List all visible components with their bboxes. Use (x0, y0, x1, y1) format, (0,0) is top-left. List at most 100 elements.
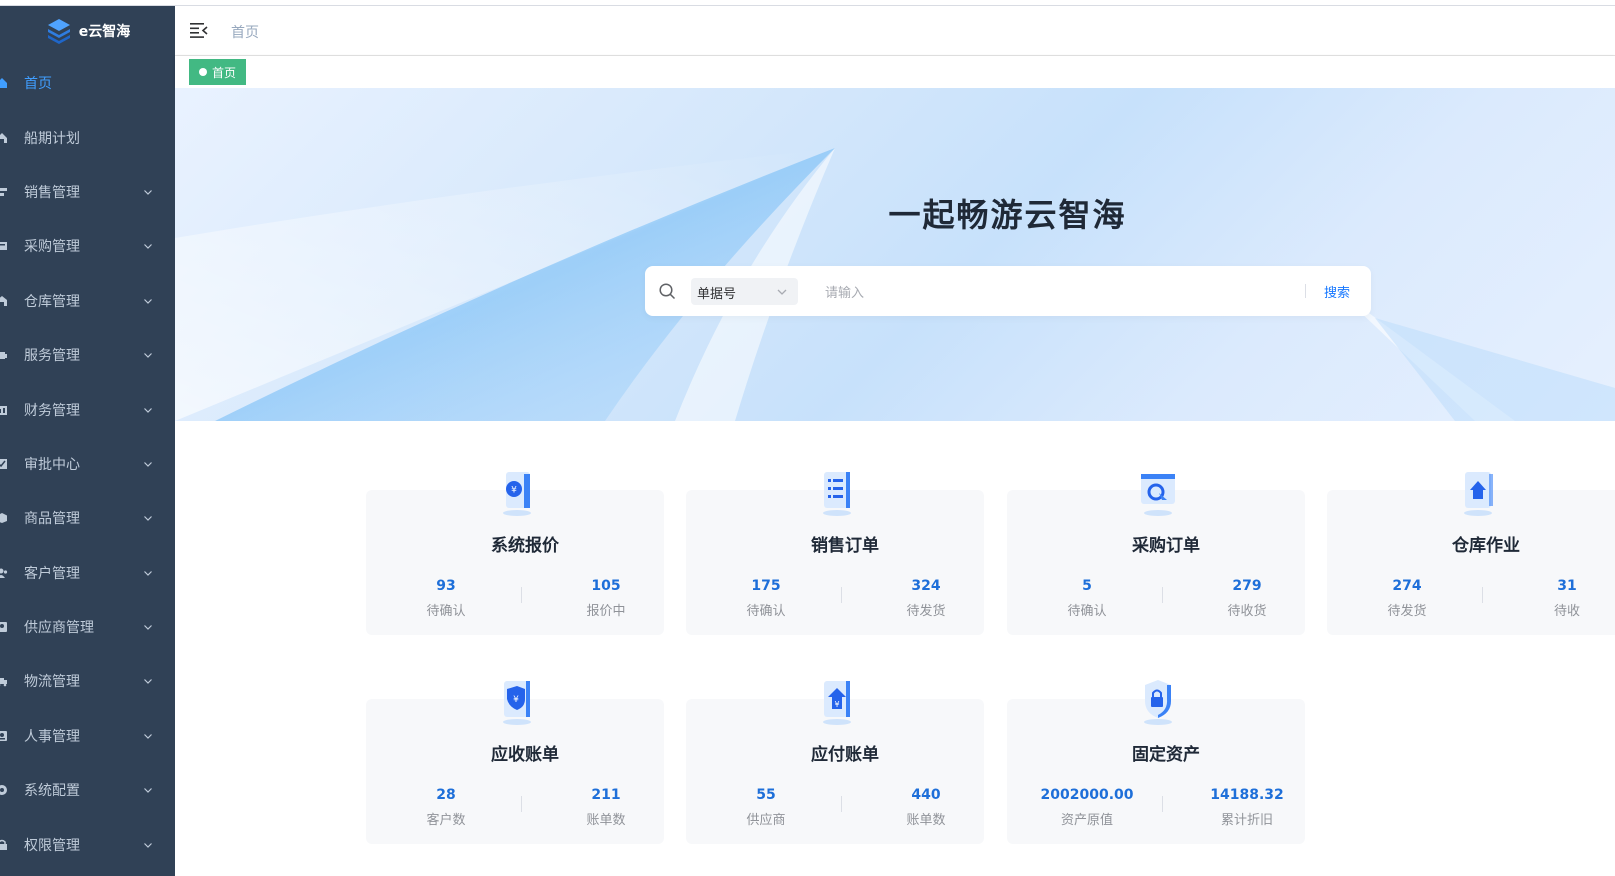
chevron-down-icon (144, 625, 152, 630)
card-stat[interactable]: 440 账单数 (846, 787, 1006, 828)
banner-background-art (175, 148, 1615, 421)
banner-title: 一起畅游云智海 (888, 196, 1127, 234)
svg-text:¥: ¥ (511, 486, 517, 496)
stat-divider (1162, 796, 1163, 812)
sidebar-item-hr[interactable]: 人事管理 (0, 709, 175, 763)
chevron-down-icon (144, 733, 152, 739)
summary-card-sales-order[interactable]: 销售订单 175 待确认 324 待发货 (686, 472, 984, 635)
card-stat[interactable]: 93 待确认 (366, 578, 526, 619)
sidebar-item-label: 船期计划 (24, 130, 80, 147)
settings-icon (0, 785, 7, 796)
stat-label: 待收 (1553, 604, 1580, 619)
breadcrumb[interactable]: 首页 (231, 22, 259, 42)
sidebar-item-label: 采购管理 (24, 239, 80, 256)
card-title: 应收账单 (491, 745, 559, 765)
card-title: 固定资产 (1132, 745, 1200, 765)
purchase-order-icon (1141, 474, 1175, 516)
sidebar-item-goods[interactable]: 商品管理 (0, 491, 175, 545)
card-stat[interactable]: 274 待发货 (1327, 578, 1487, 619)
stat-label: 待发货 (906, 604, 946, 619)
chevron-down-icon (144, 461, 152, 467)
chevron-down-icon (144, 516, 152, 522)
sidebar-item-lock[interactable]: 权限管理 (0, 817, 175, 871)
stat-value: 55 (756, 787, 776, 803)
card-title: 系统报价 (491, 536, 559, 556)
payable-icon: ¥ (823, 681, 851, 725)
summary-card-payable[interactable]: ¥ 应付账单 55 供应商 440 账单数 (686, 681, 984, 844)
sidebar-item-finance[interactable]: 财务管理 (0, 382, 175, 436)
service-icon (0, 352, 7, 360)
sidebar-item-service[interactable]: 服务管理 (0, 328, 175, 382)
sidebar-item-label: 审批中心 (24, 456, 80, 473)
sidebar-item-sales[interactable]: 销售管理 (0, 165, 175, 219)
search-divider (1305, 284, 1306, 298)
stat-label: 资产原值 (1060, 813, 1113, 828)
search-type-select[interactable]: 单据号 (691, 278, 798, 305)
card-stat[interactable]: 105 报价中 (526, 578, 686, 619)
sidebar-item-purchase[interactable]: 采购管理 (0, 219, 175, 273)
stat-value: 274 (1392, 578, 1422, 594)
chevron-down-icon (144, 407, 152, 413)
tag-home[interactable]: 首页 (189, 59, 247, 85)
summary-card-quotation[interactable]: ¥ 系统报价 93 待确认 105 报价中 (366, 472, 664, 635)
summary-card-fixed-asset[interactable]: 固定资产 2002000.00 资产原值 14188.32 累计折旧 (1007, 680, 1305, 844)
sidebar-item-label: 系统配置 (24, 783, 80, 800)
card-stat[interactable]: 55 供应商 (686, 787, 846, 828)
stat-divider (841, 796, 842, 812)
summary-card-receivable[interactable]: ¥ 应收账单 28 客户数 211 账单数 (366, 681, 664, 844)
card-title: 销售订单 (811, 536, 879, 556)
card-stat[interactable]: 279 待收货 (1167, 578, 1327, 619)
navbar: 首页 (175, 6, 1615, 56)
hamburger-icon[interactable] (190, 22, 208, 38)
svg-text:¥: ¥ (834, 700, 839, 709)
stat-label: 账单数 (586, 813, 626, 828)
logistics-icon (0, 678, 7, 687)
stat-label: 供应商 (746, 813, 786, 828)
sidebar-item-label: 客户管理 (24, 565, 80, 582)
stat-label: 待确认 (1067, 604, 1107, 619)
stat-value: 279 (1232, 578, 1262, 594)
summary-card-warehouse-task[interactable]: 仓库作业 274 待发货 31 待收 (1327, 472, 1615, 635)
summary-card-purchase-order[interactable]: 采购订单 5 待确认 279 待收货 (1007, 474, 1305, 635)
active-dot-icon (199, 68, 207, 76)
sidebar-item-approval[interactable]: 审批中心 (0, 437, 175, 491)
sidebar-item-warehouse[interactable]: 仓库管理 (0, 274, 175, 328)
sidebar-item-settings[interactable]: 系统配置 (0, 763, 175, 817)
stat-value: 5 (1082, 578, 1092, 594)
sidebar-item-label: 权限管理 (24, 837, 80, 854)
sidebar-menu: 首页船期计划销售管理采购管理仓库管理 服务管理 财务管理审批中心商品管理客户管理供应… (0, 56, 175, 872)
stat-value: 28 (436, 787, 456, 803)
chevron-down-icon (144, 842, 152, 848)
sidebar-item-ship[interactable]: 船期计划 (0, 110, 175, 164)
card-stat[interactable]: 324 待发货 (846, 578, 1006, 619)
card-stat[interactable]: 211 账单数 (526, 787, 686, 828)
sidebar-item-customer[interactable]: 客户管理 (0, 546, 175, 600)
chevron-down-icon (144, 190, 152, 195)
sidebar-item-home[interactable]: 首页 (0, 56, 175, 110)
card-stat[interactable]: 14188.32 累计折旧 (1167, 787, 1327, 828)
supplier-icon (0, 622, 7, 633)
chevron-down-icon (144, 244, 152, 250)
card-stat[interactable]: 2002000.00 资产原值 (1007, 787, 1167, 828)
stat-value: 175 (751, 578, 781, 594)
card-stat[interactable]: 31 待收 (1487, 578, 1615, 619)
card-stat[interactable]: 5 待确认 (1007, 578, 1167, 619)
sidebar-item-label: 商品管理 (24, 511, 80, 528)
chevron-down-icon (777, 289, 787, 295)
sidebar-item-supplier[interactable]: 供应商管理 (0, 600, 175, 654)
lock-icon (0, 839, 7, 850)
card-stat[interactable]: 175 待确认 (686, 578, 846, 619)
logo[interactable]: e云智海 (0, 6, 175, 56)
tag-label: 首页 (212, 65, 237, 80)
chevron-down-icon (144, 679, 152, 685)
stat-divider (1482, 587, 1483, 603)
quotation-icon: ¥ (503, 472, 531, 516)
search-input[interactable] (823, 278, 1297, 307)
search-button[interactable]: 搜索 (1324, 282, 1350, 301)
sidebar-item-logistics[interactable]: 物流管理 (0, 654, 175, 708)
hr-icon (0, 730, 7, 741)
sidebar: e云智海 首页船期计划销售管理采购管理仓库管理 服务管理 财务管理审批中心商品管理客… (0, 6, 175, 876)
card-title: 采购订单 (1132, 536, 1200, 556)
card-title: 应付账单 (811, 745, 879, 765)
card-stat[interactable]: 28 客户数 (366, 787, 526, 828)
